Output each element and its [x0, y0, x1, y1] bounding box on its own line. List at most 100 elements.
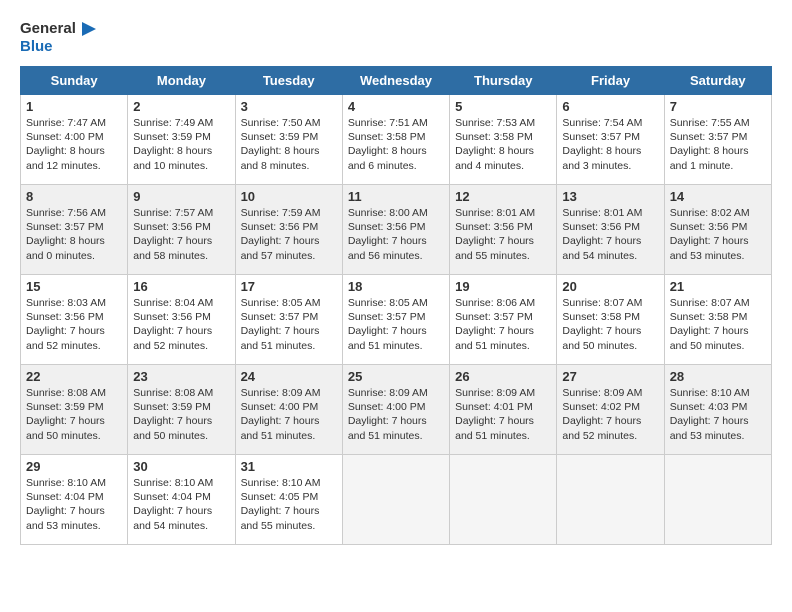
day-number: 3: [241, 99, 337, 114]
day-info: Sunrise: 8:10 AMSunset: 4:05 PMDaylight:…: [241, 476, 337, 533]
day-number: 31: [241, 459, 337, 474]
calendar-header: SundayMondayTuesdayWednesdayThursdayFrid…: [21, 67, 772, 95]
day-info: Sunrise: 8:04 AMSunset: 3:56 PMDaylight:…: [133, 296, 229, 353]
week-row-1: 8 Sunrise: 7:56 AMSunset: 3:57 PMDaylight…: [21, 185, 772, 275]
day-number: 23: [133, 369, 229, 384]
day-info: Sunrise: 7:53 AMSunset: 3:58 PMDaylight:…: [455, 116, 551, 173]
header-cell-wednesday: Wednesday: [342, 67, 449, 95]
week-row-0: 1 Sunrise: 7:47 AMSunset: 4:00 PMDaylight…: [21, 95, 772, 185]
day-info: Sunrise: 8:05 AMSunset: 3:57 PMDaylight:…: [348, 296, 444, 353]
day-number: 22: [26, 369, 122, 384]
day-number: 8: [26, 189, 122, 204]
day-info: Sunrise: 8:00 AMSunset: 3:56 PMDaylight:…: [348, 206, 444, 263]
day-cell: 3 Sunrise: 7:50 AMSunset: 3:59 PMDaylight…: [235, 95, 342, 185]
day-cell: 23 Sunrise: 8:08 AMSunset: 3:59 PMDayligh…: [128, 365, 235, 455]
day-number: 19: [455, 279, 551, 294]
day-cell: 19 Sunrise: 8:06 AMSunset: 3:57 PMDayligh…: [450, 275, 557, 365]
day-number: 18: [348, 279, 444, 294]
day-cell: [342, 455, 449, 545]
day-number: 29: [26, 459, 122, 474]
day-cell: 1 Sunrise: 7:47 AMSunset: 4:00 PMDaylight…: [21, 95, 128, 185]
day-info: Sunrise: 8:02 AMSunset: 3:56 PMDaylight:…: [670, 206, 766, 263]
day-cell: 7Sunrise: 7:55 AMSunset: 3:57 PMDaylight…: [664, 95, 771, 185]
logo-text: General Blue: [20, 20, 96, 56]
day-cell: 8 Sunrise: 7:56 AMSunset: 3:57 PMDaylight…: [21, 185, 128, 275]
day-cell: 25 Sunrise: 8:09 AMSunset: 4:00 PMDayligh…: [342, 365, 449, 455]
day-number: 11: [348, 189, 444, 204]
day-cell: 4Sunrise: 7:51 AMSunset: 3:58 PMDaylight…: [342, 95, 449, 185]
day-info: Sunrise: 7:57 AMSunset: 3:56 PMDaylight:…: [133, 206, 229, 263]
header-cell-thursday: Thursday: [450, 67, 557, 95]
day-cell: 16 Sunrise: 8:04 AMSunset: 3:56 PMDayligh…: [128, 275, 235, 365]
day-number: 27: [562, 369, 658, 384]
day-cell: [450, 455, 557, 545]
header-cell-tuesday: Tuesday: [235, 67, 342, 95]
day-cell: 30 Sunrise: 8:10 AMSunset: 4:04 PMDayligh…: [128, 455, 235, 545]
day-info: Sunrise: 8:09 AMSunset: 4:00 PMDaylight:…: [348, 386, 444, 443]
day-cell: 29 Sunrise: 8:10 AMSunset: 4:04 PMDayligh…: [21, 455, 128, 545]
day-cell: 9 Sunrise: 7:57 AMSunset: 3:56 PMDaylight…: [128, 185, 235, 275]
day-cell: 28 Sunrise: 8:10 AMSunset: 4:03 PMDayligh…: [664, 365, 771, 455]
day-number: 9: [133, 189, 229, 204]
day-info: Sunrise: 8:08 AMSunset: 3:59 PMDaylight:…: [26, 386, 122, 443]
day-info: Sunrise: 7:51 AMSunset: 3:58 PMDaylight:…: [348, 116, 444, 173]
day-cell: 5 Sunrise: 7:53 AMSunset: 3:58 PMDaylight…: [450, 95, 557, 185]
day-cell: [557, 455, 664, 545]
day-info: Sunrise: 7:56 AMSunset: 3:57 PMDaylight:…: [26, 206, 122, 263]
day-number: 16: [133, 279, 229, 294]
day-number: 5: [455, 99, 551, 114]
day-info: Sunrise: 8:06 AMSunset: 3:57 PMDaylight:…: [455, 296, 551, 353]
day-cell: 11 Sunrise: 8:00 AMSunset: 3:56 PMDayligh…: [342, 185, 449, 275]
day-info: Sunrise: 7:50 AMSunset: 3:59 PMDaylight:…: [241, 116, 337, 173]
day-info: Sunrise: 8:10 AMSunset: 4:04 PMDaylight:…: [133, 476, 229, 533]
header-cell-saturday: Saturday: [664, 67, 771, 95]
day-number: 25: [348, 369, 444, 384]
day-number: 30: [133, 459, 229, 474]
day-number: 2: [133, 99, 229, 114]
day-number: 6: [562, 99, 658, 114]
day-number: 20: [562, 279, 658, 294]
day-number: 26: [455, 369, 551, 384]
day-cell: 27Sunrise: 8:09 AMSunset: 4:02 PMDayligh…: [557, 365, 664, 455]
day-info: Sunrise: 7:54 AMSunset: 3:57 PMDaylight:…: [562, 116, 658, 173]
header-cell-monday: Monday: [128, 67, 235, 95]
header-row: SundayMondayTuesdayWednesdayThursdayFrid…: [21, 67, 772, 95]
day-cell: 24 Sunrise: 8:09 AMSunset: 4:00 PMDayligh…: [235, 365, 342, 455]
day-cell: 31 Sunrise: 8:10 AMSunset: 4:05 PMDayligh…: [235, 455, 342, 545]
day-info: Sunrise: 8:01 AMSunset: 3:56 PMDaylight:…: [455, 206, 551, 263]
day-cell: 10 Sunrise: 7:59 AMSunset: 3:56 PMDayligh…: [235, 185, 342, 275]
day-info: Sunrise: 7:59 AMSunset: 3:56 PMDaylight:…: [241, 206, 337, 263]
day-number: 10: [241, 189, 337, 204]
day-cell: 21Sunrise: 8:07 AMSunset: 3:58 PMDayligh…: [664, 275, 771, 365]
day-info: Sunrise: 7:49 AMSunset: 3:59 PMDaylight:…: [133, 116, 229, 173]
day-cell: 22 Sunrise: 8:08 AMSunset: 3:59 PMDayligh…: [21, 365, 128, 455]
day-info: Sunrise: 8:10 AMSunset: 4:03 PMDaylight:…: [670, 386, 766, 443]
day-number: 17: [241, 279, 337, 294]
day-number: 15: [26, 279, 122, 294]
day-cell: 17 Sunrise: 8:05 AMSunset: 3:57 PMDayligh…: [235, 275, 342, 365]
day-number: 24: [241, 369, 337, 384]
calendar-body: 1 Sunrise: 7:47 AMSunset: 4:00 PMDaylight…: [21, 95, 772, 545]
day-info: Sunrise: 8:08 AMSunset: 3:59 PMDaylight:…: [133, 386, 229, 443]
day-number: 28: [670, 369, 766, 384]
day-cell: 18 Sunrise: 8:05 AMSunset: 3:57 PMDayligh…: [342, 275, 449, 365]
day-info: Sunrise: 8:09 AMSunset: 4:00 PMDaylight:…: [241, 386, 337, 443]
day-cell: 26Sunrise: 8:09 AMSunset: 4:01 PMDayligh…: [450, 365, 557, 455]
week-row-4: 29 Sunrise: 8:10 AMSunset: 4:04 PMDayligh…: [21, 455, 772, 545]
day-info: Sunrise: 8:01 AMSunset: 3:56 PMDaylight:…: [562, 206, 658, 263]
day-number: 12: [455, 189, 551, 204]
day-number: 1: [26, 99, 122, 114]
day-info: Sunrise: 7:55 AMSunset: 3:57 PMDaylight:…: [670, 116, 766, 173]
day-info: Sunrise: 8:07 AMSunset: 3:58 PMDaylight:…: [670, 296, 766, 353]
day-number: 13: [562, 189, 658, 204]
day-cell: 13 Sunrise: 8:01 AMSunset: 3:56 PMDayligh…: [557, 185, 664, 275]
day-info: Sunrise: 7:47 AMSunset: 4:00 PMDaylight:…: [26, 116, 122, 173]
day-cell: 15 Sunrise: 8:03 AMSunset: 3:56 PMDayligh…: [21, 275, 128, 365]
page-header: General Blue: [20, 20, 772, 56]
day-cell: 6 Sunrise: 7:54 AMSunset: 3:57 PMDaylight…: [557, 95, 664, 185]
day-info: Sunrise: 8:10 AMSunset: 4:04 PMDaylight:…: [26, 476, 122, 533]
day-cell: 14Sunrise: 8:02 AMSunset: 3:56 PMDayligh…: [664, 185, 771, 275]
day-info: Sunrise: 8:05 AMSunset: 3:57 PMDaylight:…: [241, 296, 337, 353]
week-row-2: 15 Sunrise: 8:03 AMSunset: 3:56 PMDayligh…: [21, 275, 772, 365]
day-info: Sunrise: 8:03 AMSunset: 3:56 PMDaylight:…: [26, 296, 122, 353]
